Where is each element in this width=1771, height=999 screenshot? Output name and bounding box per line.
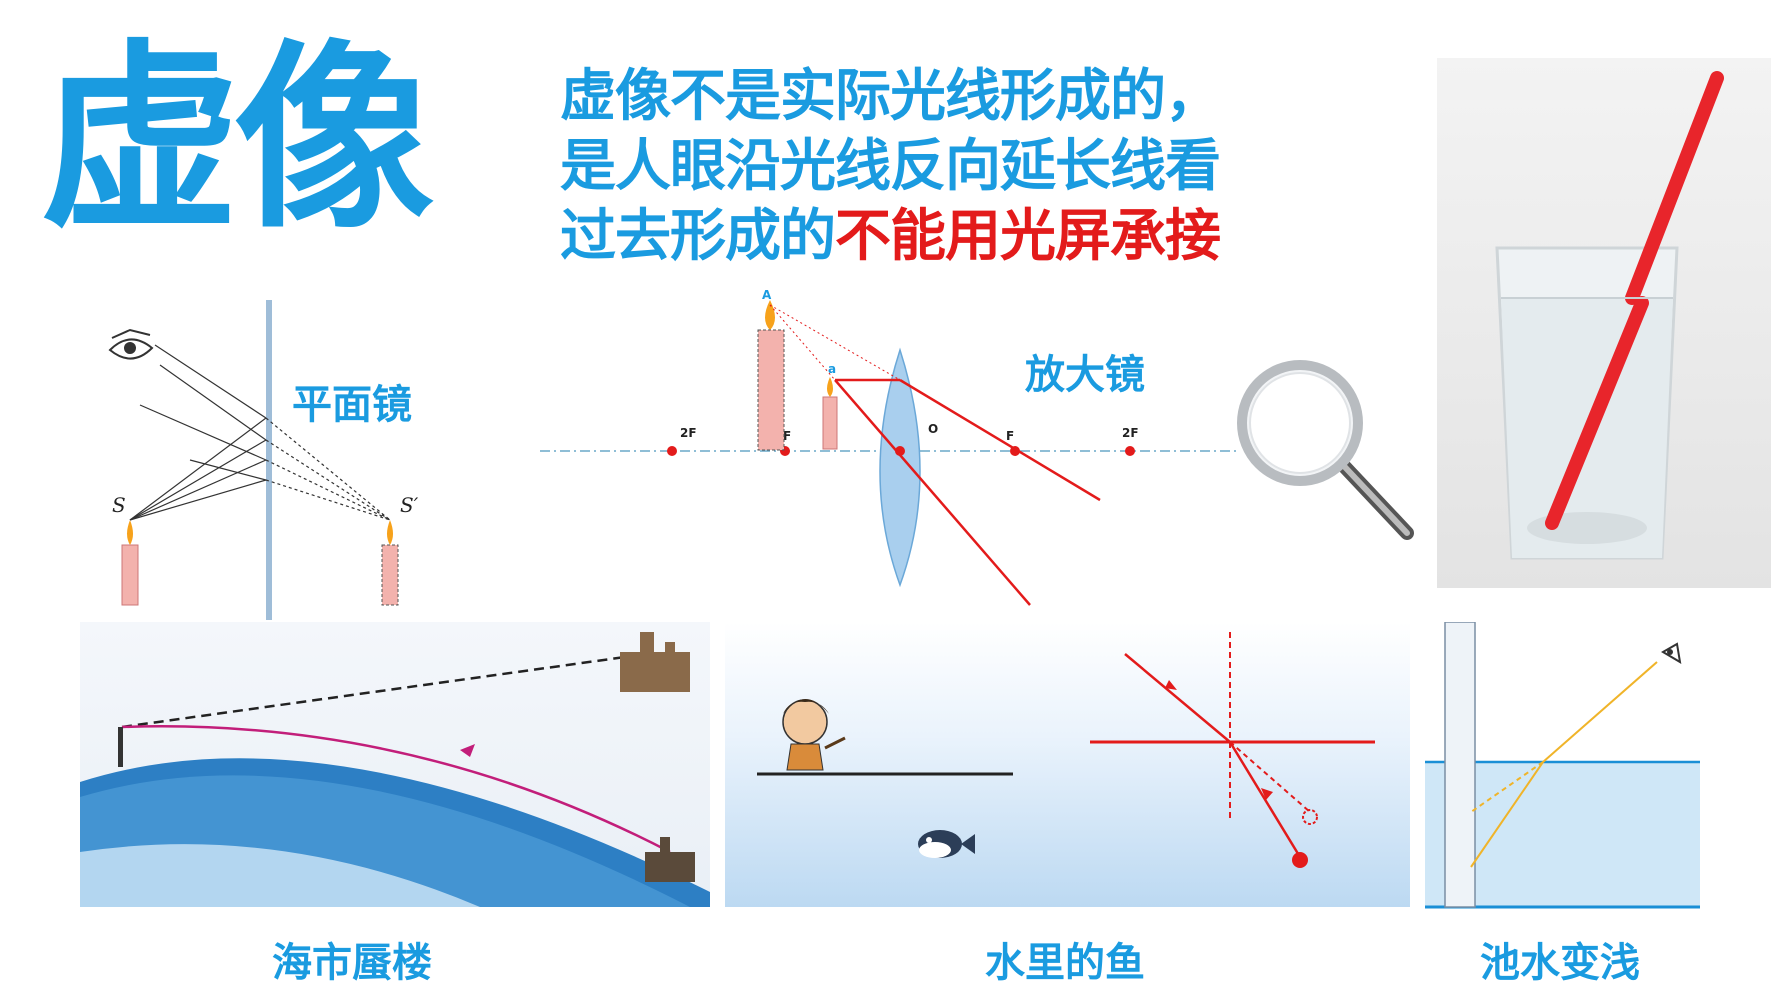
candle-icon: [822, 377, 838, 450]
mirage-diagram: [80, 622, 710, 907]
virtual-candle-icon: [381, 520, 399, 606]
svg-text:O: O: [928, 422, 938, 436]
ruler-post: [1444, 622, 1476, 908]
fish-diagram: [725, 622, 1410, 907]
observer-icon: [118, 727, 123, 767]
description-line-1: 虚像不是实际光线形成的，: [560, 64, 1221, 129]
svg-text:F: F: [1006, 429, 1014, 443]
convex-lens: [879, 347, 921, 588]
description-line-2: 是人眼沿光线反向延长线看: [560, 134, 1221, 199]
glass-straw-photo: [1437, 58, 1771, 588]
eye-icon: [108, 328, 154, 360]
fish-icon: [918, 830, 975, 858]
point-A: A: [762, 288, 772, 302]
page-title: 虚像: [40, 23, 434, 256]
mirage-caption: 海市蜃楼: [272, 940, 432, 986]
caveman-icon: [782, 699, 846, 771]
virtual-fish-point: [1302, 809, 1318, 825]
svg-text:2F: 2F: [680, 426, 697, 440]
magnifier-diagram: 2F F O F 2F A a: [540, 285, 1240, 615]
fish-caption: 水里的鱼: [985, 940, 1145, 986]
pool-diagram: [1425, 622, 1700, 917]
eye-icon: [1661, 642, 1682, 664]
plane-mirror-label: 平面镜: [292, 382, 412, 428]
description-line-3-prefix: 过去形成的: [560, 204, 836, 269]
magnifier-label: 放大镜: [1025, 352, 1145, 398]
candle-icon: [121, 520, 139, 606]
pool-caption: 池水变浅: [1480, 940, 1640, 986]
image-label: S′: [400, 493, 419, 517]
magnifying-glass-icon: [1225, 355, 1425, 555]
plane-mirror-diagram: S S′: [100, 290, 460, 620]
description: 虚像不是实际光线形成的， 是人眼沿光线反向延长线看 过去形成的不能用光屏承接: [560, 62, 1380, 272]
description-line-3: 过去形成的不能用光屏承接: [560, 202, 1380, 272]
description-highlight: 不能用光屏承接: [835, 204, 1221, 269]
castle-icon: [620, 632, 690, 692]
virtual-image-candle-icon: [757, 300, 785, 451]
source-label: S: [112, 493, 126, 517]
real-fish-point: [1292, 852, 1308, 868]
svg-text:2F: 2F: [1122, 426, 1139, 440]
